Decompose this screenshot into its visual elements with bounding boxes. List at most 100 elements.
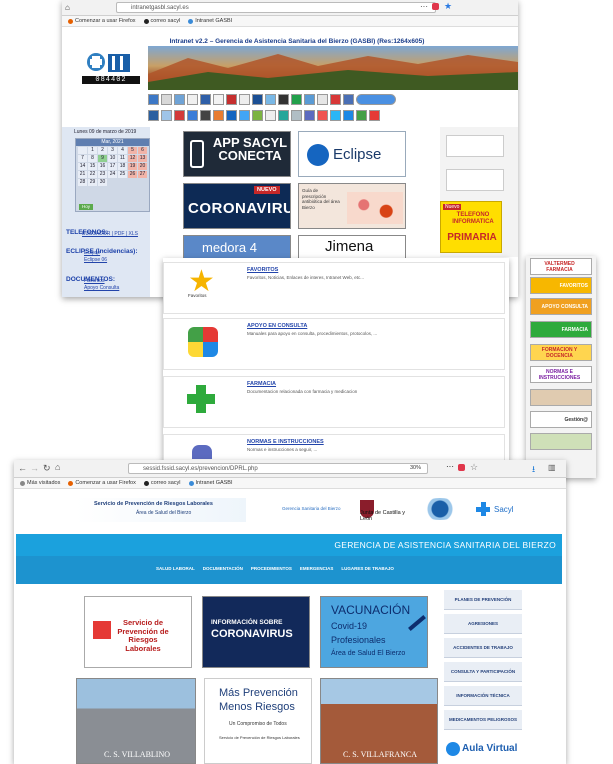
calendar-day[interactable]: 8 (88, 155, 97, 162)
list-item[interactable]: APOYO EN CONSULTA Manuales para apoyo en… (163, 318, 505, 370)
calendar-day[interactable]: 25 (118, 171, 127, 178)
menu-dots-icon[interactable]: ··· (446, 462, 454, 471)
calendar-day[interactable]: 5 (128, 147, 137, 154)
card-title[interactable]: APOYO EN CONSULTA (247, 323, 307, 329)
nav-salud-laboral[interactable]: SALUD LABORAL (156, 566, 195, 571)
nav-documentacion[interactable]: DOCUMENTACIÓN (203, 566, 243, 571)
calendar-day[interactable]: 27 (138, 171, 147, 178)
calendar-day[interactable]: 22 (88, 171, 97, 178)
calendar-day[interactable]: 7 (78, 155, 87, 162)
library-icon[interactable]: ▥ (548, 463, 556, 472)
shortcut-icon[interactable] (317, 110, 328, 121)
shortcut-icon[interactable] (213, 94, 224, 105)
shortcut-icon[interactable] (265, 94, 276, 105)
shortcut-icon[interactable] (252, 110, 263, 121)
shortcut-icon[interactable] (343, 110, 354, 121)
guia-antibiotica-tile[interactable]: Guía de prescripción antibiótica del áre… (298, 183, 406, 229)
calendar-day[interactable]: 2 (98, 147, 107, 154)
star-icon[interactable]: ☆ (470, 462, 478, 473)
forward-icon[interactable]: → (30, 463, 39, 473)
card-title[interactable]: FARMACIA (247, 381, 276, 387)
coronavirus-tile[interactable]: NUEVO CORONAVIRUS (183, 183, 291, 229)
calendar-day[interactable]: 1 (88, 147, 97, 154)
app-sacyl-conecta-tile[interactable]: APP SACYL CONECTA (183, 131, 291, 177)
calendar-day[interactable]: 12 (128, 155, 137, 162)
shortcut-icon[interactable] (187, 94, 198, 105)
shortcut-icon[interactable] (369, 110, 380, 121)
eclipse-06-link[interactable]: Eclipse 06 (84, 257, 107, 263)
shortcut-icon[interactable] (239, 94, 250, 105)
calendar-day[interactable]: 15 (88, 163, 97, 170)
calendar-day[interactable]: 24 (108, 171, 117, 178)
shortcut-icon[interactable] (239, 110, 250, 121)
shortcut-icon[interactable] (213, 110, 224, 121)
shortcut-icon[interactable] (187, 110, 198, 121)
calendar-day[interactable]: 10 (108, 155, 117, 162)
shortcut-icon[interactable] (174, 110, 185, 121)
shortcut-icon[interactable] (304, 110, 315, 121)
list-item[interactable]: ★ Favoritos FAVORITOS Favoritos, Noticia… (163, 262, 505, 314)
calendar-day[interactable]: 26 (128, 171, 137, 178)
shortcut-icon[interactable] (148, 110, 159, 121)
card-title[interactable]: FAVORITOS (247, 267, 278, 273)
eclipse-link[interactable]: Eclipse (84, 250, 100, 256)
shortcut-icon[interactable] (330, 94, 341, 105)
prevencion-address-field[interactable]: sessid.fssid.sacyl.es/prevencion/DPRL.ph… (128, 463, 428, 474)
shortcut-icon[interactable] (226, 94, 237, 105)
shortcut-icon[interactable] (343, 94, 354, 105)
shortcut-icon[interactable] (148, 94, 159, 105)
servicio-prevencion-tile[interactable]: Servicio de Prevención de Riesgos Labora… (84, 596, 192, 668)
shortcut-icon[interactable] (226, 110, 237, 121)
star-icon[interactable]: ★ (444, 1, 452, 12)
consulta-participacion-link[interactable]: CONSULTA Y PARTICIPACIÓN (444, 662, 522, 682)
calendar-day[interactable] (78, 147, 87, 154)
mas-prevencion-tile[interactable]: Más Prevención Menos Riesgos Un Compromi… (204, 678, 312, 764)
bookmark-correo[interactable]: correo sacyl (143, 480, 181, 486)
calendar-day[interactable]: 16 (98, 163, 107, 170)
reload-icon[interactable]: ↻ (43, 463, 51, 474)
telefono-primaria-tile[interactable]: Nuevo TELEFONO INFORMATICA PRIMARIA (440, 201, 502, 253)
calendar-day[interactable]: 17 (108, 163, 117, 170)
bookmark-firefox[interactable]: Comenzar a usar Firefox (68, 480, 136, 486)
list-item[interactable]: FARMACIA Documentacion relacionada con f… (163, 376, 505, 428)
bookmark-firefox[interactable]: Comenzar a usar Firefox (68, 18, 136, 24)
shortcut-icon[interactable] (330, 110, 341, 121)
calendar-day[interactable]: 21 (78, 171, 87, 178)
calendar-day[interactable]: 9 (98, 155, 107, 162)
shortcut-icon[interactable] (291, 110, 302, 121)
informacion-tecnica-link[interactable]: INFORMACIÓN TÉCNICA (444, 686, 522, 706)
calendar-day[interactable]: 4 (118, 147, 127, 154)
image-menu-item-2[interactable] (530, 433, 592, 450)
calendar-day[interactable]: 20 (138, 163, 147, 170)
calendar-day[interactable]: 11 (118, 155, 127, 162)
calendar-day[interactable]: 6 (138, 147, 147, 154)
villafranca-tile[interactable]: C. S. VILLAFRANCA (320, 678, 438, 764)
back-icon[interactable]: ← (18, 463, 27, 473)
nav-lugares-trabajo[interactable]: LUGARES DE TRABAJO (341, 566, 394, 571)
menu-dots-icon[interactable]: ··· (420, 2, 428, 11)
shortcut-icon[interactable] (161, 94, 172, 105)
medicamentos-peligrosos-link[interactable]: MEDICAMENTOS PELIGROSOS (444, 710, 522, 730)
calendar-day[interactable]: 28 (78, 179, 87, 186)
gestion-menu-item[interactable]: Gestión@ (530, 411, 592, 428)
intranet-address-field[interactable]: intranetgasbl.sacyl.es (116, 2, 436, 13)
card-title[interactable]: NORMAS E INSTRUCCIONES (247, 439, 324, 445)
home-icon[interactable]: ⌂ (55, 462, 60, 472)
planes-prevencion-link[interactable]: PLANES DE PREVENCIÓN (444, 590, 522, 610)
pocket-icon[interactable] (458, 464, 465, 471)
calendar-day[interactable]: 29 (88, 179, 97, 186)
shortcut-icon[interactable] (200, 110, 211, 121)
valtermed-link[interactable]: VALTERMED FARMACIA (530, 258, 592, 275)
bookmark-correo[interactable]: correo sacyl (143, 18, 180, 24)
villablino-tile[interactable]: C. S. VILLABLINO (76, 678, 196, 764)
shortcut-icon[interactable] (291, 94, 302, 105)
nav-emergencias[interactable]: EMERGENCIAS (300, 566, 334, 571)
image-menu-item[interactable] (530, 389, 592, 406)
agresiones-link[interactable]: AGRESIONES (444, 614, 522, 634)
shortcut-icon[interactable] (356, 110, 367, 121)
calendar-day[interactable]: 30 (98, 179, 107, 186)
vacunacion-tile[interactable]: VACUNACIÓN Covid-19 Profesionales Área d… (320, 596, 428, 668)
normas-menu-item[interactable]: NORMAS E INSTRUCCIONES (530, 366, 592, 383)
shortcut-icon[interactable] (265, 110, 276, 121)
eclipse-tile[interactable]: Eclipse (298, 131, 406, 177)
